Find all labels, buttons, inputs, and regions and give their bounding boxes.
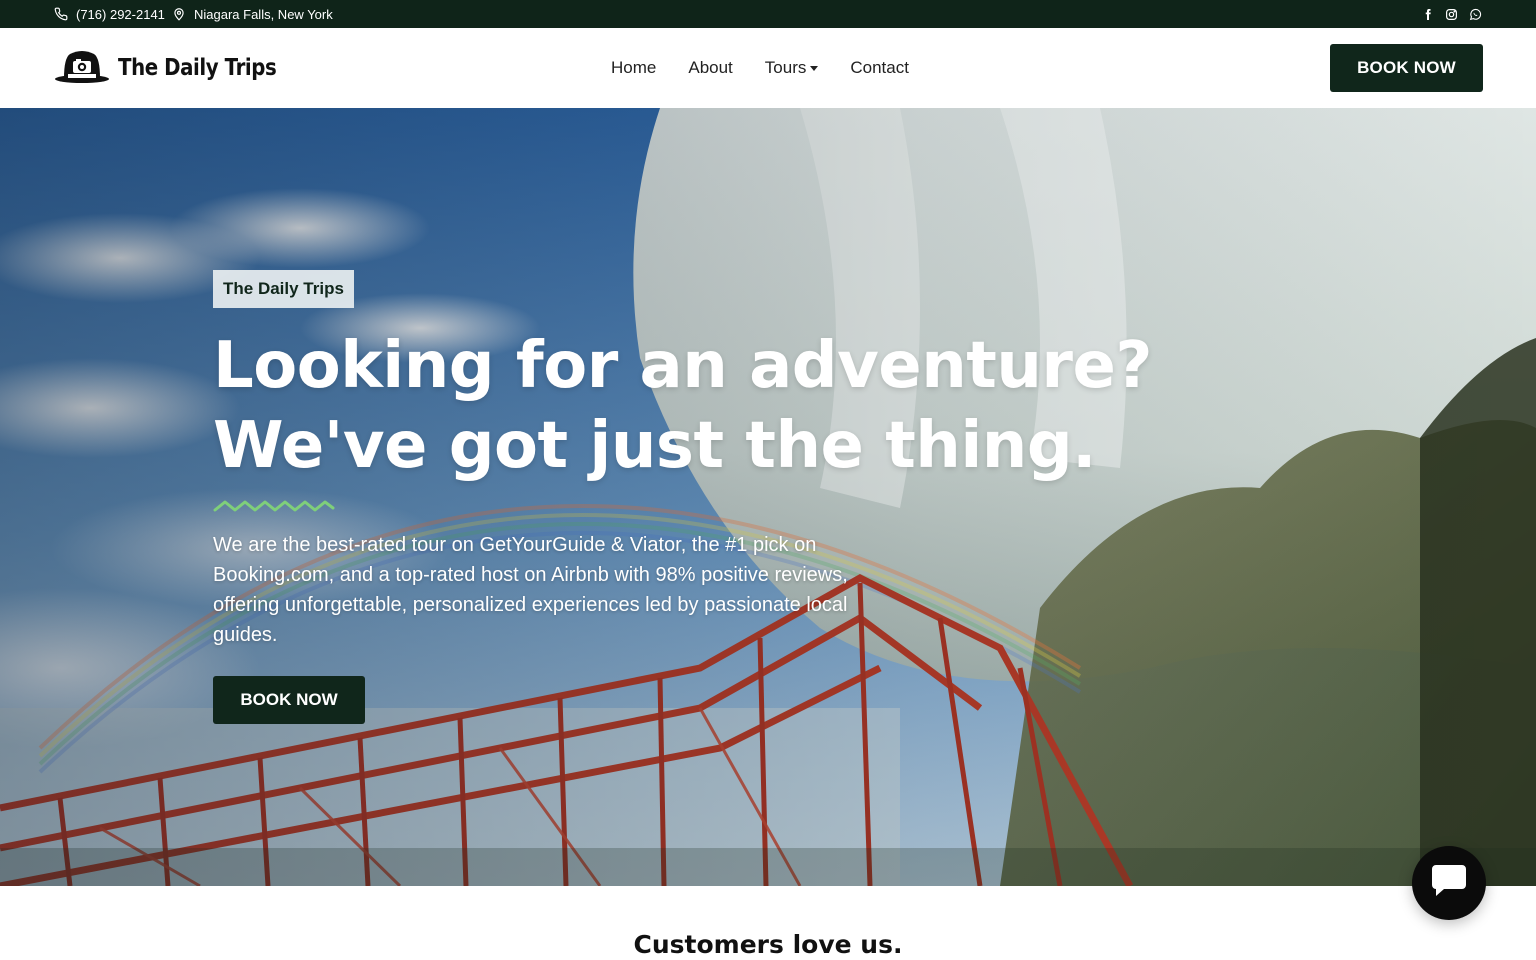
main-nav: Home About Tours Contact xyxy=(611,28,941,108)
facebook-icon[interactable] xyxy=(1422,8,1434,21)
location-info: Niagara Falls, New York xyxy=(172,0,333,28)
hat-camera-icon xyxy=(54,48,110,89)
hero-title-line1: Looking for an adventure? xyxy=(213,329,1153,403)
chat-bubble-icon xyxy=(1430,863,1468,904)
whatsapp-icon[interactable] xyxy=(1469,8,1482,21)
top-contact-bar: (716) 292-2141 Niagara Falls, New York xyxy=(0,0,1536,28)
instagram-icon[interactable] xyxy=(1445,8,1458,21)
nav-contact-label: Contact xyxy=(850,58,909,77)
map-pin-icon xyxy=(172,7,186,21)
nav-tours-label: Tours xyxy=(764,58,807,77)
squiggle-divider-icon xyxy=(213,500,335,512)
nav-tours-dropdown[interactable]: Tours xyxy=(765,58,819,78)
phone-contact[interactable]: (716) 292-2141 xyxy=(54,0,165,28)
book-now-hero-button[interactable]: BOOK NOW xyxy=(213,676,365,724)
logo-text: The Daily Trips xyxy=(118,55,277,81)
hero-content: The Daily Trips Looking for an adventure… xyxy=(213,270,1173,724)
location-text: Niagara Falls, New York xyxy=(194,6,333,22)
caret-down-icon xyxy=(810,65,819,71)
phone-icon xyxy=(54,7,68,21)
social-links xyxy=(1422,0,1482,28)
hero-description: We are the best-rated tour on GetYourGui… xyxy=(213,534,848,646)
phone-number: (716) 292-2141 xyxy=(76,6,165,22)
hero-section: The Daily Trips Looking for an adventure… xyxy=(0,108,1536,886)
book-now-header-button[interactable]: BOOK NOW xyxy=(1330,44,1483,92)
logo[interactable]: The Daily Trips xyxy=(54,46,302,90)
nav-about-label: About xyxy=(688,58,733,77)
nav-about[interactable]: About xyxy=(688,58,732,78)
hero-title: Looking for an adventure? We've got just… xyxy=(213,326,1173,486)
nav-home-label: Home xyxy=(611,58,657,77)
site-header: The Daily Trips Home About Tours Contact… xyxy=(0,28,1536,108)
nav-contact[interactable]: Contact xyxy=(850,58,909,78)
hero-badge: The Daily Trips xyxy=(213,270,354,308)
chat-widget-button[interactable] xyxy=(1412,846,1486,920)
testimonials-title: Customers love us. xyxy=(633,930,903,959)
nav-home[interactable]: Home xyxy=(611,58,656,78)
hero-title-line2: We've got just the thing. xyxy=(213,409,1096,483)
